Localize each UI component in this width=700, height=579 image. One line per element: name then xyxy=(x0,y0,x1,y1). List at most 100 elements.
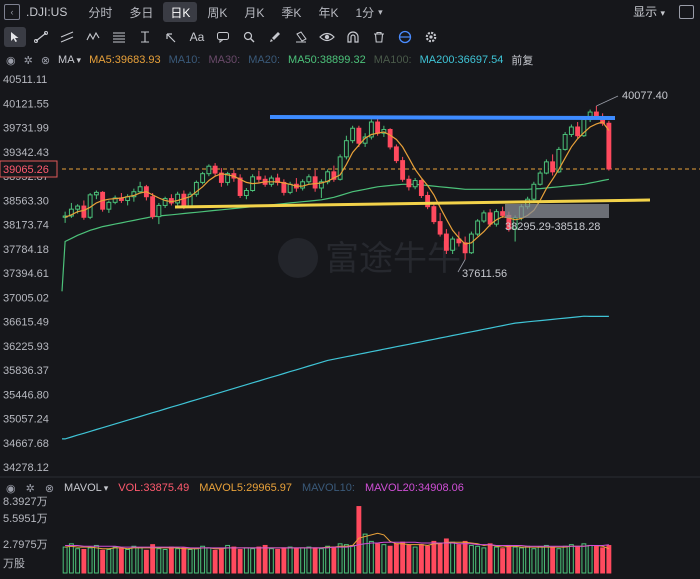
settings-icon[interactable]: ✲ xyxy=(24,54,33,67)
candle-body xyxy=(150,196,156,218)
cursor-icon[interactable] xyxy=(4,27,26,47)
candle-body xyxy=(81,205,87,218)
comment-icon[interactable] xyxy=(212,27,234,47)
volume-bar xyxy=(500,548,506,574)
candle-body xyxy=(100,191,106,210)
chevron-left-icon[interactable]: ‹ xyxy=(4,4,20,20)
zoom-icon[interactable] xyxy=(238,27,260,47)
settings-icon[interactable]: ✲ xyxy=(26,482,35,495)
volume-bar xyxy=(431,540,437,574)
volume-bar xyxy=(262,544,268,574)
settings-icon[interactable] xyxy=(420,27,442,47)
ma5-value: MA5:39683.93 xyxy=(89,54,161,66)
low-price-label: 37611.56 xyxy=(462,268,507,280)
candle-body xyxy=(312,176,318,189)
resistance-line xyxy=(269,115,616,120)
volume-bar xyxy=(587,544,593,574)
volume-bar xyxy=(312,547,318,574)
tab-intraday[interactable]: 分时 xyxy=(81,2,119,22)
volume-bar xyxy=(443,538,449,574)
volume-bar xyxy=(437,543,443,574)
volume-bar xyxy=(456,544,462,574)
eraser-icon[interactable] xyxy=(290,27,312,47)
volume-bar xyxy=(212,549,218,574)
eye-icon[interactable]: ◉ xyxy=(6,482,16,495)
candle-body xyxy=(512,217,518,230)
tab-daily[interactable]: 日K xyxy=(163,2,198,22)
trendline-icon[interactable] xyxy=(30,27,52,47)
volume-bar xyxy=(331,546,337,574)
volume-bar xyxy=(325,545,331,574)
volume-bar xyxy=(281,547,287,574)
text-icon[interactable]: Aa xyxy=(186,27,208,47)
y-tick-label: 35057.24 xyxy=(3,414,49,426)
ma10-value: MA10: xyxy=(168,54,201,66)
current-price-badge xyxy=(0,160,58,178)
tab-yearly[interactable]: 年K xyxy=(311,2,345,22)
candle-body xyxy=(175,193,181,204)
ma-label[interactable]: MA xyxy=(58,54,75,66)
volume-bar xyxy=(506,544,512,574)
volume-bar xyxy=(193,548,199,574)
candle-body xyxy=(606,122,612,170)
candle-body xyxy=(537,172,543,185)
display-menu[interactable]: 显示 ▾ xyxy=(633,3,665,20)
candle-body xyxy=(162,198,168,206)
close-icon[interactable]: ⊗ xyxy=(45,482,54,495)
candle-body xyxy=(287,183,293,193)
channel-icon[interactable] xyxy=(56,27,78,47)
fib-icon[interactable] xyxy=(108,27,130,47)
volume-bar xyxy=(268,548,274,574)
close-icon[interactable]: ⊗ xyxy=(41,54,50,67)
volume-bar xyxy=(525,545,531,574)
candle-body xyxy=(375,121,381,134)
eye-icon[interactable]: ◉ xyxy=(6,54,16,67)
price-range-box xyxy=(505,204,609,218)
candle-body xyxy=(118,197,124,201)
tab-quarterly[interactable]: 季K xyxy=(274,2,308,22)
symbol-selector[interactable]: ‹ .DJI:US xyxy=(4,4,67,20)
brush-icon[interactable] xyxy=(264,27,286,47)
candle-body xyxy=(562,133,568,150)
y-tick-label: 38563.30 xyxy=(3,195,49,207)
volume-bar xyxy=(231,546,237,574)
mavol-label[interactable]: MAVOL xyxy=(64,482,102,494)
layout-icon[interactable] xyxy=(679,4,694,19)
adjust-mode[interactable]: 前复 xyxy=(511,52,533,68)
magnet-icon[interactable] xyxy=(342,27,364,47)
ma20-value: MA20: xyxy=(248,54,281,66)
volume-bar xyxy=(81,549,87,574)
candle-body xyxy=(462,242,468,254)
sync-icon[interactable] xyxy=(394,27,416,47)
ruler-icon[interactable] xyxy=(134,27,156,47)
volume-bar xyxy=(393,543,399,574)
tab-monthly[interactable]: 月K xyxy=(237,2,271,22)
volume-bar xyxy=(118,548,124,574)
wave-icon[interactable] xyxy=(82,27,104,47)
eye-icon[interactable] xyxy=(316,27,338,47)
volume-bar xyxy=(318,548,324,574)
candle-body xyxy=(381,128,387,134)
volume-bar xyxy=(200,545,206,574)
tab-1min[interactable]: 1分 ▾ xyxy=(348,2,389,22)
volume-bar xyxy=(581,543,587,574)
candle-body xyxy=(275,177,281,183)
watermark: 富途牛牛 xyxy=(278,238,461,278)
trash-icon[interactable] xyxy=(368,27,390,47)
candle-body xyxy=(500,211,506,216)
candle-body xyxy=(543,161,549,174)
y-tick-label: 35446.80 xyxy=(3,389,49,401)
candle-body xyxy=(250,176,256,191)
tab-multiday[interactable]: 多日 xyxy=(122,2,160,22)
candle-body xyxy=(225,173,231,183)
candle-body xyxy=(231,173,237,179)
candle-body xyxy=(256,176,262,180)
volume-bar xyxy=(137,547,143,574)
candle-body xyxy=(443,233,449,251)
y-tick-label: 37394.61 xyxy=(3,268,49,280)
arrow-icon[interactable] xyxy=(160,27,182,47)
volume-bar xyxy=(600,547,606,574)
tab-weekly[interactable]: 周K xyxy=(200,2,234,22)
candle-body xyxy=(593,111,599,118)
high-price-label: 40077.40 xyxy=(622,90,668,102)
